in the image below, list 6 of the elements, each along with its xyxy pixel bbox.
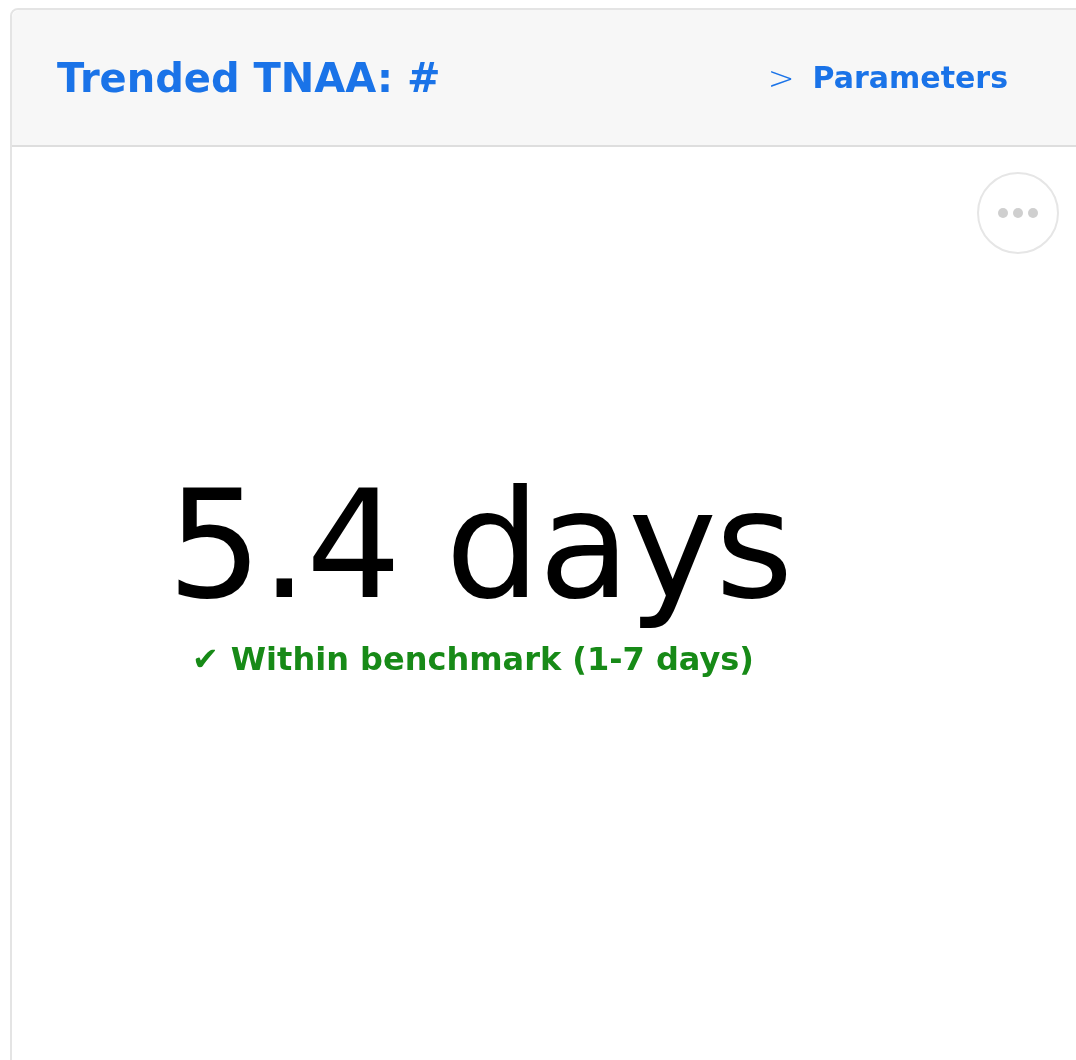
parameters-link[interactable]: > Parameters <box>767 58 1008 97</box>
card-title: Trended TNAA: # <box>57 54 441 101</box>
metric-value: 5.4 days <box>167 457 793 634</box>
ellipsis-icon <box>996 207 1040 219</box>
status-text: Within benchmark (1-7 days) <box>230 639 754 678</box>
check-icon: ✔ <box>192 639 219 678</box>
